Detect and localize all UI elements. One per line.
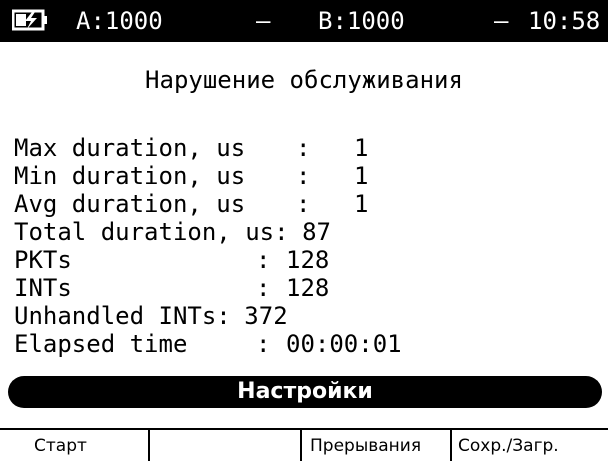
stat-colon: :: [256, 274, 271, 302]
separator-dash: –: [494, 7, 509, 35]
key-divider: [148, 430, 150, 461]
stat-value: 00:00:01: [286, 330, 402, 358]
function-key-bar: Старт Прерывания Сохр./Загр.: [0, 428, 608, 461]
stat-label: Avg duration, us: [14, 190, 246, 218]
battery-charging-icon: [12, 9, 47, 31]
stat-label: PKTs: [14, 246, 72, 274]
stat-colon: :: [296, 134, 311, 162]
stat-colon: :: [256, 246, 271, 274]
stat-value: 128: [286, 274, 330, 302]
stat-value: 1: [354, 190, 369, 218]
stat-colon: :: [274, 218, 289, 246]
page-title: Нарушение обслуживания: [145, 66, 463, 94]
stat-row: Avg duration, us: 1: [14, 190, 594, 218]
stat-label: Max duration, us: [14, 134, 246, 162]
interrupts-key[interactable]: Прерывания: [310, 430, 421, 461]
stat-label: Min duration, us: [14, 162, 246, 190]
stat-value: 372: [244, 302, 288, 330]
stat-colon: :: [296, 190, 311, 218]
port-a-rate: A:1000: [76, 7, 163, 35]
key-divider: [450, 430, 452, 461]
stat-value: 128: [286, 246, 330, 274]
stat-row: Max duration, us: 1: [14, 134, 594, 162]
stat-row: INTs:128: [14, 274, 594, 302]
stat-colon: :: [216, 302, 231, 330]
stat-row: Total duration, us:87: [14, 218, 594, 246]
stat-row: Elapsed time:00:00:01: [14, 330, 594, 358]
port-b-rate: B:1000: [318, 7, 405, 35]
stat-value: 1: [354, 134, 369, 162]
stat-label: Unhandled INTs: [14, 302, 217, 330]
stat-label: Elapsed time: [14, 330, 188, 358]
key-divider: [300, 430, 302, 461]
stat-row: Min duration, us: 1: [14, 162, 594, 190]
stat-label: INTs: [14, 274, 72, 302]
stat-value: 1: [354, 162, 369, 190]
clock-time: 10:58: [528, 7, 601, 35]
separator-dash: –: [256, 7, 271, 35]
stats-list: Max duration, us:1 Min duration, us:1 Avg …: [14, 134, 594, 358]
save-load-key[interactable]: Сохр./Загр.: [458, 430, 559, 461]
start-key[interactable]: Старт: [34, 430, 87, 461]
stat-row: Unhandled INTs:372: [14, 302, 594, 330]
stat-value: 87: [302, 218, 331, 246]
stat-row: PKTs:128: [14, 246, 594, 274]
stat-colon: :: [256, 330, 271, 358]
status-bar: A:1000 – B:1000 – 10:58: [0, 0, 608, 42]
stat-colon: :: [296, 162, 311, 190]
stat-label: Total duration, us: [14, 218, 275, 246]
settings-button[interactable]: Настройки: [8, 376, 602, 408]
